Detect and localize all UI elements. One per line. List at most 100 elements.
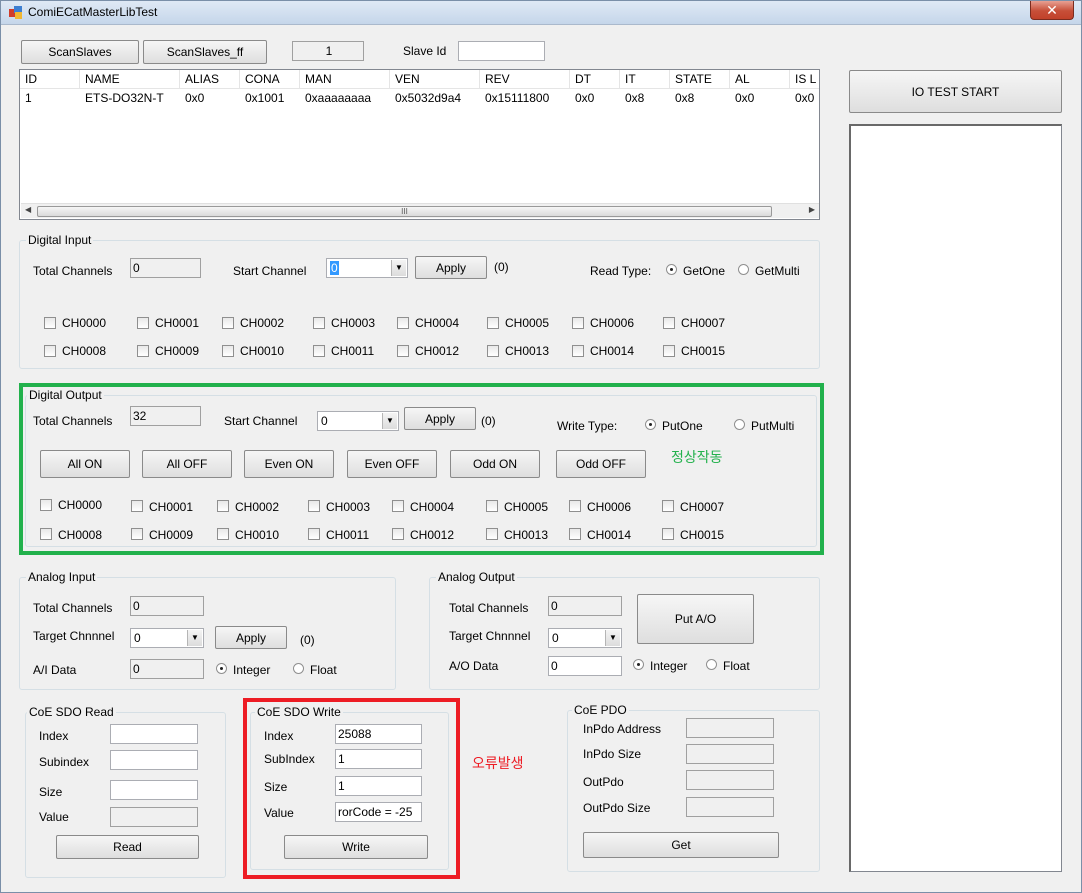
inpdo-address-field — [686, 718, 774, 738]
col-id[interactable]: ID — [20, 70, 80, 89]
di-getmulti-radio[interactable] — [738, 264, 749, 275]
sdo-read-index-input[interactable] — [110, 724, 198, 744]
io-test-start-button[interactable]: IO TEST START — [849, 70, 1062, 113]
ao-integer-radio[interactable] — [633, 659, 644, 670]
do-start-channel-select[interactable]: 0 ▼ — [317, 411, 399, 431]
do-putmulti-radio[interactable] — [734, 419, 745, 430]
di-ch0004-checkbox[interactable] — [397, 317, 409, 329]
di-ch0009-checkbox[interactable] — [137, 345, 149, 357]
di-ch0006-checkbox[interactable] — [572, 317, 584, 329]
do-ch0000-checkbox[interactable] — [40, 499, 52, 511]
do-ch0008-checkbox[interactable] — [40, 528, 52, 540]
scan-slaves-button[interactable]: ScanSlaves — [21, 40, 139, 64]
col-man[interactable]: MAN — [300, 70, 390, 89]
sdo-write-value-input[interactable]: rorCode = -25 — [335, 802, 422, 822]
col-it[interactable]: IT — [620, 70, 670, 89]
di-ch0005-checkbox[interactable] — [487, 317, 499, 329]
ai-float-radio[interactable] — [293, 663, 304, 674]
ai-result: (0) — [300, 633, 315, 647]
do-ch0003-label: CH0003 — [326, 500, 371, 514]
slave-id-input[interactable] — [458, 41, 545, 61]
all-on-button[interactable]: All ON — [40, 450, 130, 478]
do-putone-radio[interactable] — [645, 419, 656, 430]
col-cona[interactable]: CONA — [240, 70, 300, 89]
analog-input-legend: Analog Input — [26, 570, 98, 584]
do-ch0002-checkbox[interactable] — [217, 500, 229, 512]
di-ch0014-checkbox[interactable] — [572, 345, 584, 357]
col-state[interactable]: STATE — [670, 70, 730, 89]
sdo-write-size-input[interactable]: 1 — [335, 776, 422, 796]
do-ch0004-checkbox[interactable] — [392, 500, 404, 512]
do-ch0001-checkbox[interactable] — [131, 500, 143, 512]
chevron-down-icon[interactable]: ▼ — [605, 630, 620, 646]
do-ch0012-checkbox[interactable] — [392, 528, 404, 540]
do-ch0015-checkbox[interactable] — [662, 528, 674, 540]
col-name[interactable]: NAME — [80, 70, 180, 89]
scroll-left-icon[interactable]: ◀ — [25, 205, 31, 214]
di-getone-radio[interactable] — [666, 264, 677, 275]
di-ch0013-checkbox[interactable] — [487, 345, 499, 357]
ai-integer-radio[interactable] — [216, 663, 227, 674]
sdo-write-subindex-input[interactable]: 1 — [335, 749, 422, 769]
di-ch0007-checkbox[interactable] — [663, 317, 675, 329]
col-ven[interactable]: VEN — [390, 70, 480, 89]
put-ao-button[interactable]: Put A/O — [637, 594, 754, 644]
do-ch0014-checkbox[interactable] — [569, 528, 581, 540]
scrollbar-thumb[interactable]: III — [37, 206, 772, 217]
sdo-read-subindex-input[interactable] — [110, 750, 198, 770]
pdo-get-button[interactable]: Get — [583, 832, 779, 858]
di-ch0010-checkbox[interactable] — [222, 345, 234, 357]
scroll-right-icon[interactable]: ▶ — [809, 205, 815, 214]
ai-target-channel-select[interactable]: 0 ▼ — [130, 628, 204, 648]
di-ch0012-checkbox[interactable] — [397, 345, 409, 357]
ao-target-channel-select[interactable]: 0 ▼ — [548, 628, 622, 648]
scan-slaves-ff-button[interactable]: ScanSlaves_ff — [143, 40, 267, 64]
even-on-button[interactable]: Even ON — [244, 450, 334, 478]
inpdo-size-field — [686, 744, 774, 764]
do-ch0011-checkbox[interactable] — [308, 528, 320, 540]
col-dt[interactable]: DT — [570, 70, 620, 89]
do-ch0006-checkbox[interactable] — [569, 500, 581, 512]
di-ch0011-checkbox[interactable] — [313, 345, 325, 357]
chevron-down-icon[interactable]: ▼ — [187, 630, 202, 646]
di-ch0003-checkbox[interactable] — [313, 317, 325, 329]
col-is-l[interactable]: IS L — [790, 70, 819, 89]
col-rev[interactable]: REV — [480, 70, 570, 89]
di-start-channel-select[interactable]: 0 ▼ — [326, 258, 408, 278]
ao-data-input[interactable]: 0 — [548, 656, 622, 676]
do-putone-label: PutOne — [662, 419, 703, 433]
do-ch0006-label: CH0006 — [587, 500, 632, 514]
slave-list-view[interactable]: ID NAME ALIAS CONA MAN VEN REV DT IT STA… — [19, 69, 820, 220]
col-al[interactable]: AL — [730, 70, 790, 89]
do-apply-button[interactable]: Apply — [404, 407, 476, 430]
do-ch0007-checkbox[interactable] — [662, 500, 674, 512]
ao-float-radio[interactable] — [706, 659, 717, 670]
all-off-button[interactable]: All OFF — [142, 450, 232, 478]
chevron-down-icon[interactable]: ▼ — [382, 413, 397, 429]
odd-off-button[interactable]: Odd OFF — [556, 450, 646, 478]
di-ch0000-checkbox[interactable] — [44, 317, 56, 329]
ai-apply-button[interactable]: Apply — [215, 626, 287, 649]
sdo-read-button[interactable]: Read — [56, 835, 199, 859]
di-ch0001-checkbox[interactable] — [137, 317, 149, 329]
do-ch0013-checkbox[interactable] — [486, 528, 498, 540]
ao-target-channel-label: Target Chnnnel — [449, 629, 531, 643]
sdo-write-button[interactable]: Write — [284, 835, 428, 859]
sdo-read-size-input[interactable] — [110, 780, 198, 800]
col-alias[interactable]: ALIAS — [180, 70, 240, 89]
even-off-button[interactable]: Even OFF — [347, 450, 437, 478]
chevron-down-icon[interactable]: ▼ — [391, 260, 406, 276]
horizontal-scrollbar[interactable]: ◀ III ▶ — [21, 203, 819, 218]
odd-on-button[interactable]: Odd ON — [450, 450, 540, 478]
do-ch0009-checkbox[interactable] — [131, 528, 143, 540]
do-ch0005-checkbox[interactable] — [486, 500, 498, 512]
do-ch0013-label: CH0013 — [504, 528, 549, 542]
di-ch0008-checkbox[interactable] — [44, 345, 56, 357]
di-ch0015-checkbox[interactable] — [663, 345, 675, 357]
sdo-write-index-input[interactable]: 25088 — [335, 724, 422, 744]
do-ch0003-checkbox[interactable] — [308, 500, 320, 512]
do-ch0010-checkbox[interactable] — [217, 528, 229, 540]
close-button[interactable]: ✕ — [1030, 1, 1074, 20]
di-apply-button[interactable]: Apply — [415, 256, 487, 279]
di-ch0002-checkbox[interactable] — [222, 317, 234, 329]
